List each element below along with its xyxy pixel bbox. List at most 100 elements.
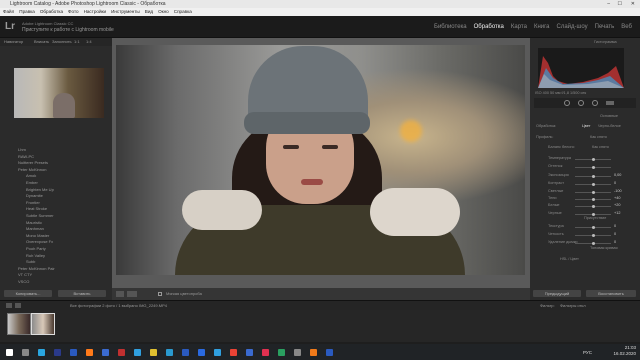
loupe-view-icon[interactable] [116, 291, 124, 297]
slider-value[interactable]: 0 [614, 181, 616, 185]
preset-item[interactable]: Mauristic [26, 220, 42, 225]
preset-item[interactable]: VT CTY [18, 272, 32, 277]
previous-button[interactable]: Предыдущий [533, 290, 581, 297]
preset-item[interactable]: Nuitterer Presets [18, 160, 48, 165]
zoom-icon[interactable] [246, 349, 253, 356]
soft-proof-checkbox[interactable] [158, 292, 162, 296]
slider-knob[interactable] [592, 166, 595, 169]
treatment-color[interactable]: Цвет [582, 124, 591, 128]
module-tab[interactable]: Печать [595, 24, 615, 30]
preset-item[interactable]: Brighten Me Up [26, 187, 54, 192]
preset-item[interactable]: Ruh Valley [26, 253, 45, 258]
preset-item[interactable]: Mono Master [26, 233, 49, 238]
preset-item[interactable]: Pooh Party [26, 246, 46, 251]
module-tab[interactable]: Слайд-шоу [557, 24, 588, 30]
slider-knob[interactable] [592, 242, 595, 245]
slider-knob[interactable] [592, 183, 595, 186]
navigator-zoom-fill[interactable]: Заполнить [52, 38, 72, 46]
close-icon[interactable]: ✕ [631, 0, 635, 8]
preset-item[interactable]: Dynamite [26, 193, 43, 198]
slider-value[interactable]: 0,00 [614, 173, 621, 177]
slider-knob[interactable] [592, 226, 595, 229]
illustrator-icon[interactable] [86, 349, 93, 356]
filmstrip-thumb-2[interactable] [31, 313, 55, 335]
menu-item[interactable]: Справка [174, 9, 192, 14]
file-explorer-icon[interactable] [150, 349, 157, 356]
lightroom-icon[interactable] [102, 349, 109, 356]
red-eye-icon[interactable] [592, 100, 598, 106]
premiere-icon[interactable] [70, 349, 77, 356]
tone-curve-title[interactable]: Тоновая кривая [590, 246, 618, 250]
slider-knob[interactable] [592, 234, 595, 237]
filter-value[interactable]: Фильтры откл [560, 303, 586, 308]
preset-item[interactable]: Manhman [26, 226, 44, 231]
module-tab[interactable]: Обработка [474, 24, 504, 30]
identity-line-2[interactable]: Приступите к работе с Lightroom mobile [22, 27, 114, 33]
navigator-zoom-1-1[interactable]: 1:1 [74, 38, 80, 46]
slider-knob[interactable] [592, 198, 595, 201]
search-icon[interactable] [22, 349, 29, 356]
telegram-icon[interactable] [134, 349, 141, 356]
opera-icon[interactable] [262, 349, 269, 356]
language-indicator[interactable]: РУС [583, 350, 592, 355]
preset-item[interactable]: Subb [26, 259, 35, 264]
module-tab[interactable]: Книга [534, 24, 550, 30]
slider-value[interactable]: -100 [614, 189, 622, 193]
preset-item[interactable]: Amok [26, 173, 36, 178]
minimize-icon[interactable]: – [607, 0, 610, 8]
maximize-icon[interactable]: ☐ [618, 0, 622, 8]
chrome-icon[interactable] [230, 349, 237, 356]
task-view-icon[interactable] [38, 349, 45, 356]
slider-knob[interactable] [592, 175, 595, 178]
compare-view-icon[interactable] [127, 291, 137, 297]
preset-item[interactable]: Frontier [26, 200, 40, 205]
slider-value[interactable]: +12 [614, 211, 620, 215]
copy-button[interactable]: Копировать... [4, 290, 52, 297]
crop-tool-icon[interactable] [564, 100, 570, 106]
basic-panel-title[interactable]: Основные [600, 114, 618, 118]
preset-item[interactable]: Heat Stroke [26, 206, 47, 211]
windows-start-icon[interactable] [6, 349, 13, 356]
profile-value[interactable]: Как снято [590, 135, 607, 139]
slider-value[interactable]: 0 [614, 224, 616, 228]
slider-knob[interactable] [592, 191, 595, 194]
grid-view-icon[interactable] [6, 303, 12, 308]
reset-button[interactable]: Восстановить [586, 290, 636, 297]
spotify-icon[interactable] [278, 349, 285, 356]
treatment-bw[interactable]: Черно-белое [598, 124, 621, 128]
preset-item[interactable]: Peter McKinnon Pair [18, 266, 55, 271]
preset-item[interactable]: RAW-PC [18, 154, 34, 159]
word-icon[interactable] [182, 349, 189, 356]
paste-button[interactable]: Вставить [58, 290, 106, 297]
module-tab[interactable]: Карта [511, 24, 527, 30]
hsl-title[interactable]: HSL / Цвет [560, 257, 579, 261]
menu-item[interactable]: Настройки [84, 9, 107, 14]
edge-icon[interactable] [166, 349, 173, 356]
preset-item[interactable]: Peter McKinnon [18, 167, 46, 172]
menu-item[interactable]: Обработка [40, 9, 63, 14]
preset-item[interactable]: VSCO [18, 279, 29, 284]
yandex-icon[interactable] [118, 349, 125, 356]
spot-removal-icon[interactable] [578, 100, 584, 106]
menu-item[interactable]: Окно [158, 9, 169, 14]
second-window-icon[interactable] [15, 303, 21, 308]
preset-item[interactable]: Lhm [18, 147, 26, 152]
filmstrip-info[interactable]: Все фотографии 2 фото / 1 выбрано IMG_22… [70, 303, 167, 308]
menu-item[interactable]: Вид [145, 9, 153, 14]
slider-knob[interactable] [592, 205, 595, 208]
menu-item[interactable]: Правка [19, 9, 35, 14]
slider-value[interactable]: 0 [614, 232, 616, 236]
firefox-icon[interactable] [310, 349, 317, 356]
module-tab[interactable]: Библиотека [434, 24, 467, 30]
slider-value[interactable]: +40 [614, 196, 620, 200]
slider-value[interactable]: 0 [614, 240, 616, 244]
navigator-zoom-1-4[interactable]: 1:4 [86, 38, 92, 46]
navigator-zoom-fit[interactable]: Вписать [34, 38, 49, 46]
preset-item[interactable]: Subtle Summer [26, 213, 54, 218]
mail-icon[interactable] [326, 349, 333, 356]
menu-item[interactable]: Инструменты [111, 9, 140, 14]
photoshop-icon[interactable] [54, 349, 61, 356]
menu-item[interactable]: Файл [3, 9, 14, 14]
wb-value[interactable]: Как снято [592, 145, 609, 149]
histogram[interactable] [538, 48, 624, 88]
